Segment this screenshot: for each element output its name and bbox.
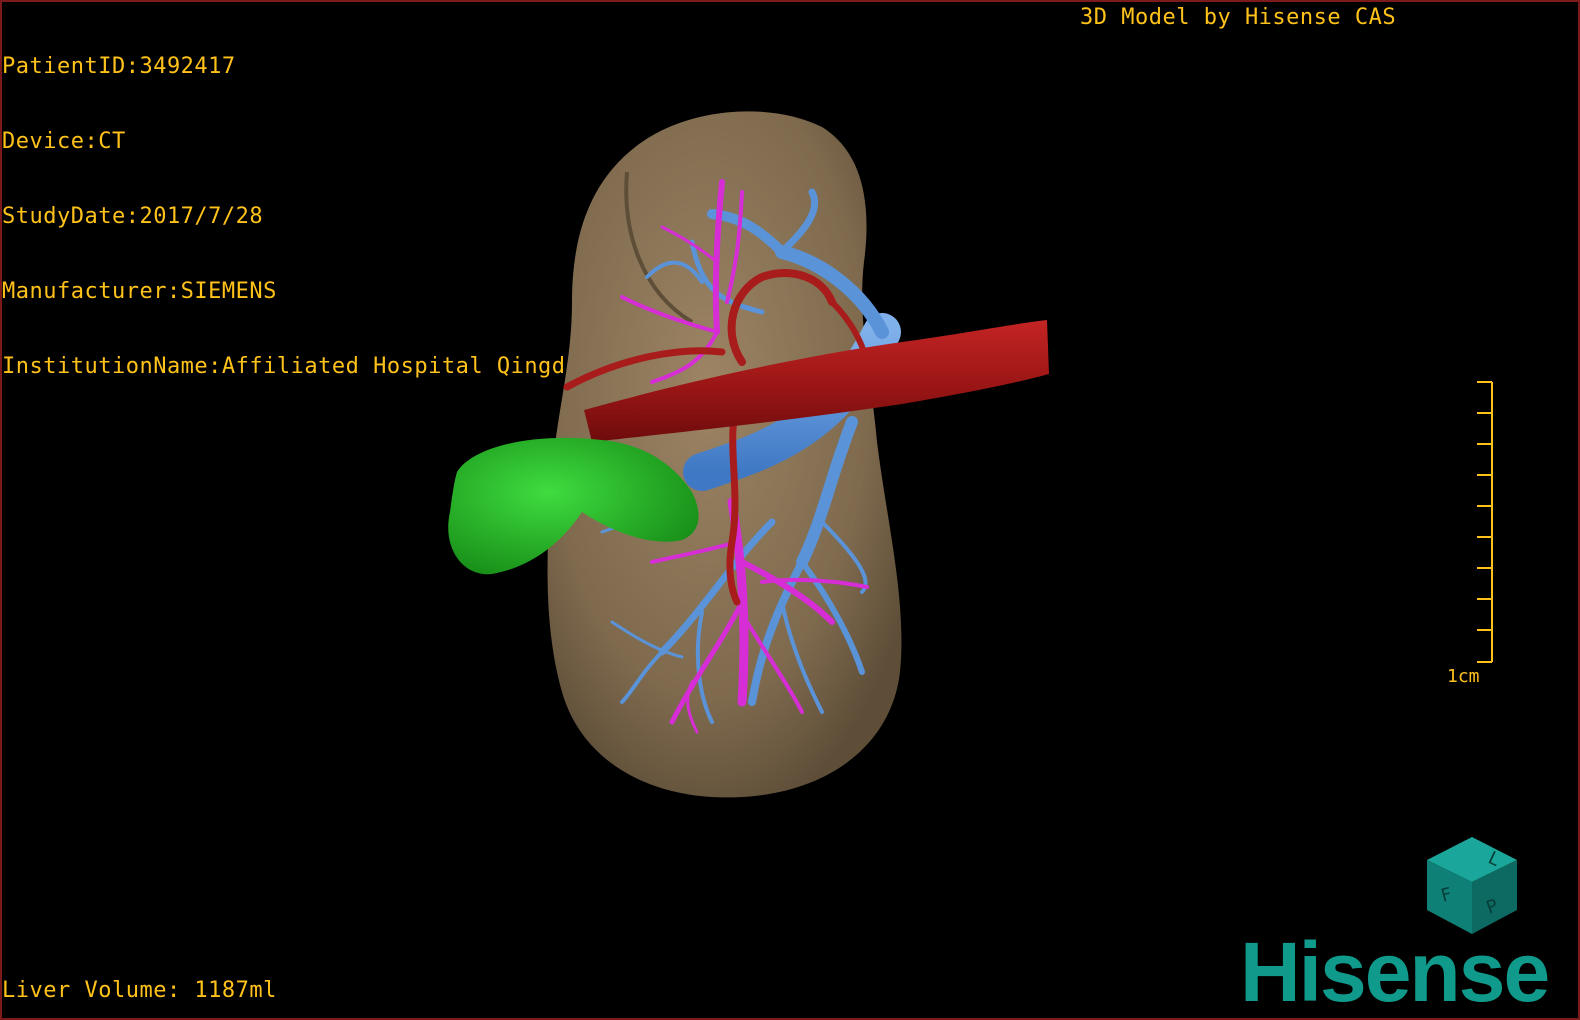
3d-viewport[interactable]: PatientID:3492417 Device:CT StudyDate:20… [0,0,1580,1020]
scale-bar [1477,381,1493,663]
brand-logo: Hisense [1240,925,1550,1019]
liver-3d-model[interactable] [2,2,1578,1018]
liver-volume: Liver Volume: 1187ml [2,978,277,1003]
scale-bar-label: 1cm [1447,666,1480,687]
